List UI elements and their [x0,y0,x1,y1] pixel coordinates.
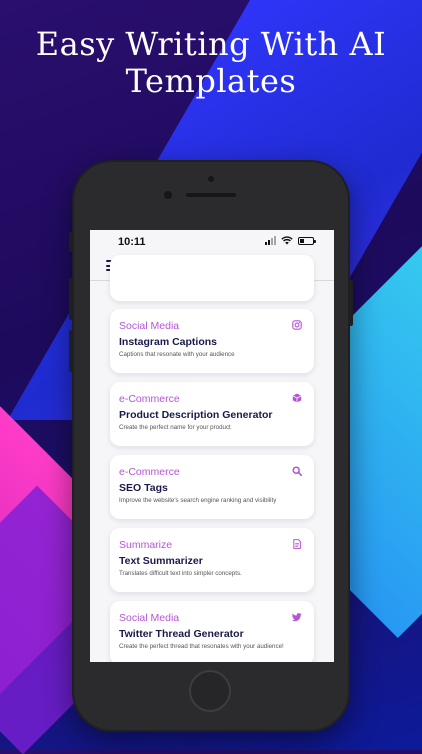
card-title: SEO Tags [119,482,168,494]
front-camera [164,191,172,199]
power-button [349,280,353,326]
earpiece-speaker [186,193,236,197]
card-description: Create the perfect name for your product [119,424,231,431]
cellular-signal-icon [265,236,276,245]
card-category: e-Commerce [119,393,180,405]
template-card[interactable]: Social Media Twitter Thread Generator Cr… [110,601,314,662]
status-time: 10:11 [118,236,146,248]
instagram-icon [292,320,302,330]
search-icon [292,466,302,476]
card-title: Twitter Thread Generator [119,628,244,640]
card-category: Social Media [119,612,180,624]
template-card[interactable]: e-Commerce SEO Tags Improve the website'… [110,455,314,519]
card-title: Text Summarizer [119,555,203,567]
template-card-partial[interactable] [110,255,314,301]
mute-switch [69,232,73,252]
card-description: Translates difficult text into simpler c… [119,570,242,577]
card-category: Social Media [119,320,180,332]
template-card[interactable]: e-Commerce Product Description Generator… [110,382,314,446]
template-card[interactable]: Summarize Text Summarizer Translates dif… [110,528,314,592]
twitter-icon [292,613,302,622]
volume-up-button [69,278,73,320]
status-icons [265,236,316,245]
promo-headline: Easy Writing With AI Templates [0,26,422,100]
home-button[interactable] [189,670,231,712]
phone-frame: 10:11 Social Media Instagram Captions Ca… [69,160,353,732]
wifi-icon [281,236,293,245]
card-description: Captions that resonate with your audienc… [119,351,235,358]
volume-down-button [69,330,73,372]
battery-fill [300,238,305,243]
card-description: Improve the website's search engine rank… [119,497,277,504]
card-description: Create the perfect thread that resonates… [119,643,284,650]
card-category: e-Commerce [119,466,180,478]
card-category: Summarize [119,539,173,551]
card-title: Instagram Captions [119,336,218,348]
proximity-sensor [208,176,214,182]
status-bar: 10:11 [90,230,334,252]
battery-icon [298,236,316,245]
box-icon [292,393,302,403]
phone-screen: 10:11 Social Media Instagram Captions Ca… [90,230,334,662]
headline-line-1: Easy Writing With AI [35,25,387,63]
document-icon [293,539,301,549]
card-title: Product Description Generator [119,409,273,421]
headline-line-2: Templates [125,62,297,100]
template-card[interactable]: Social Media Instagram Captions Captions… [110,309,314,373]
